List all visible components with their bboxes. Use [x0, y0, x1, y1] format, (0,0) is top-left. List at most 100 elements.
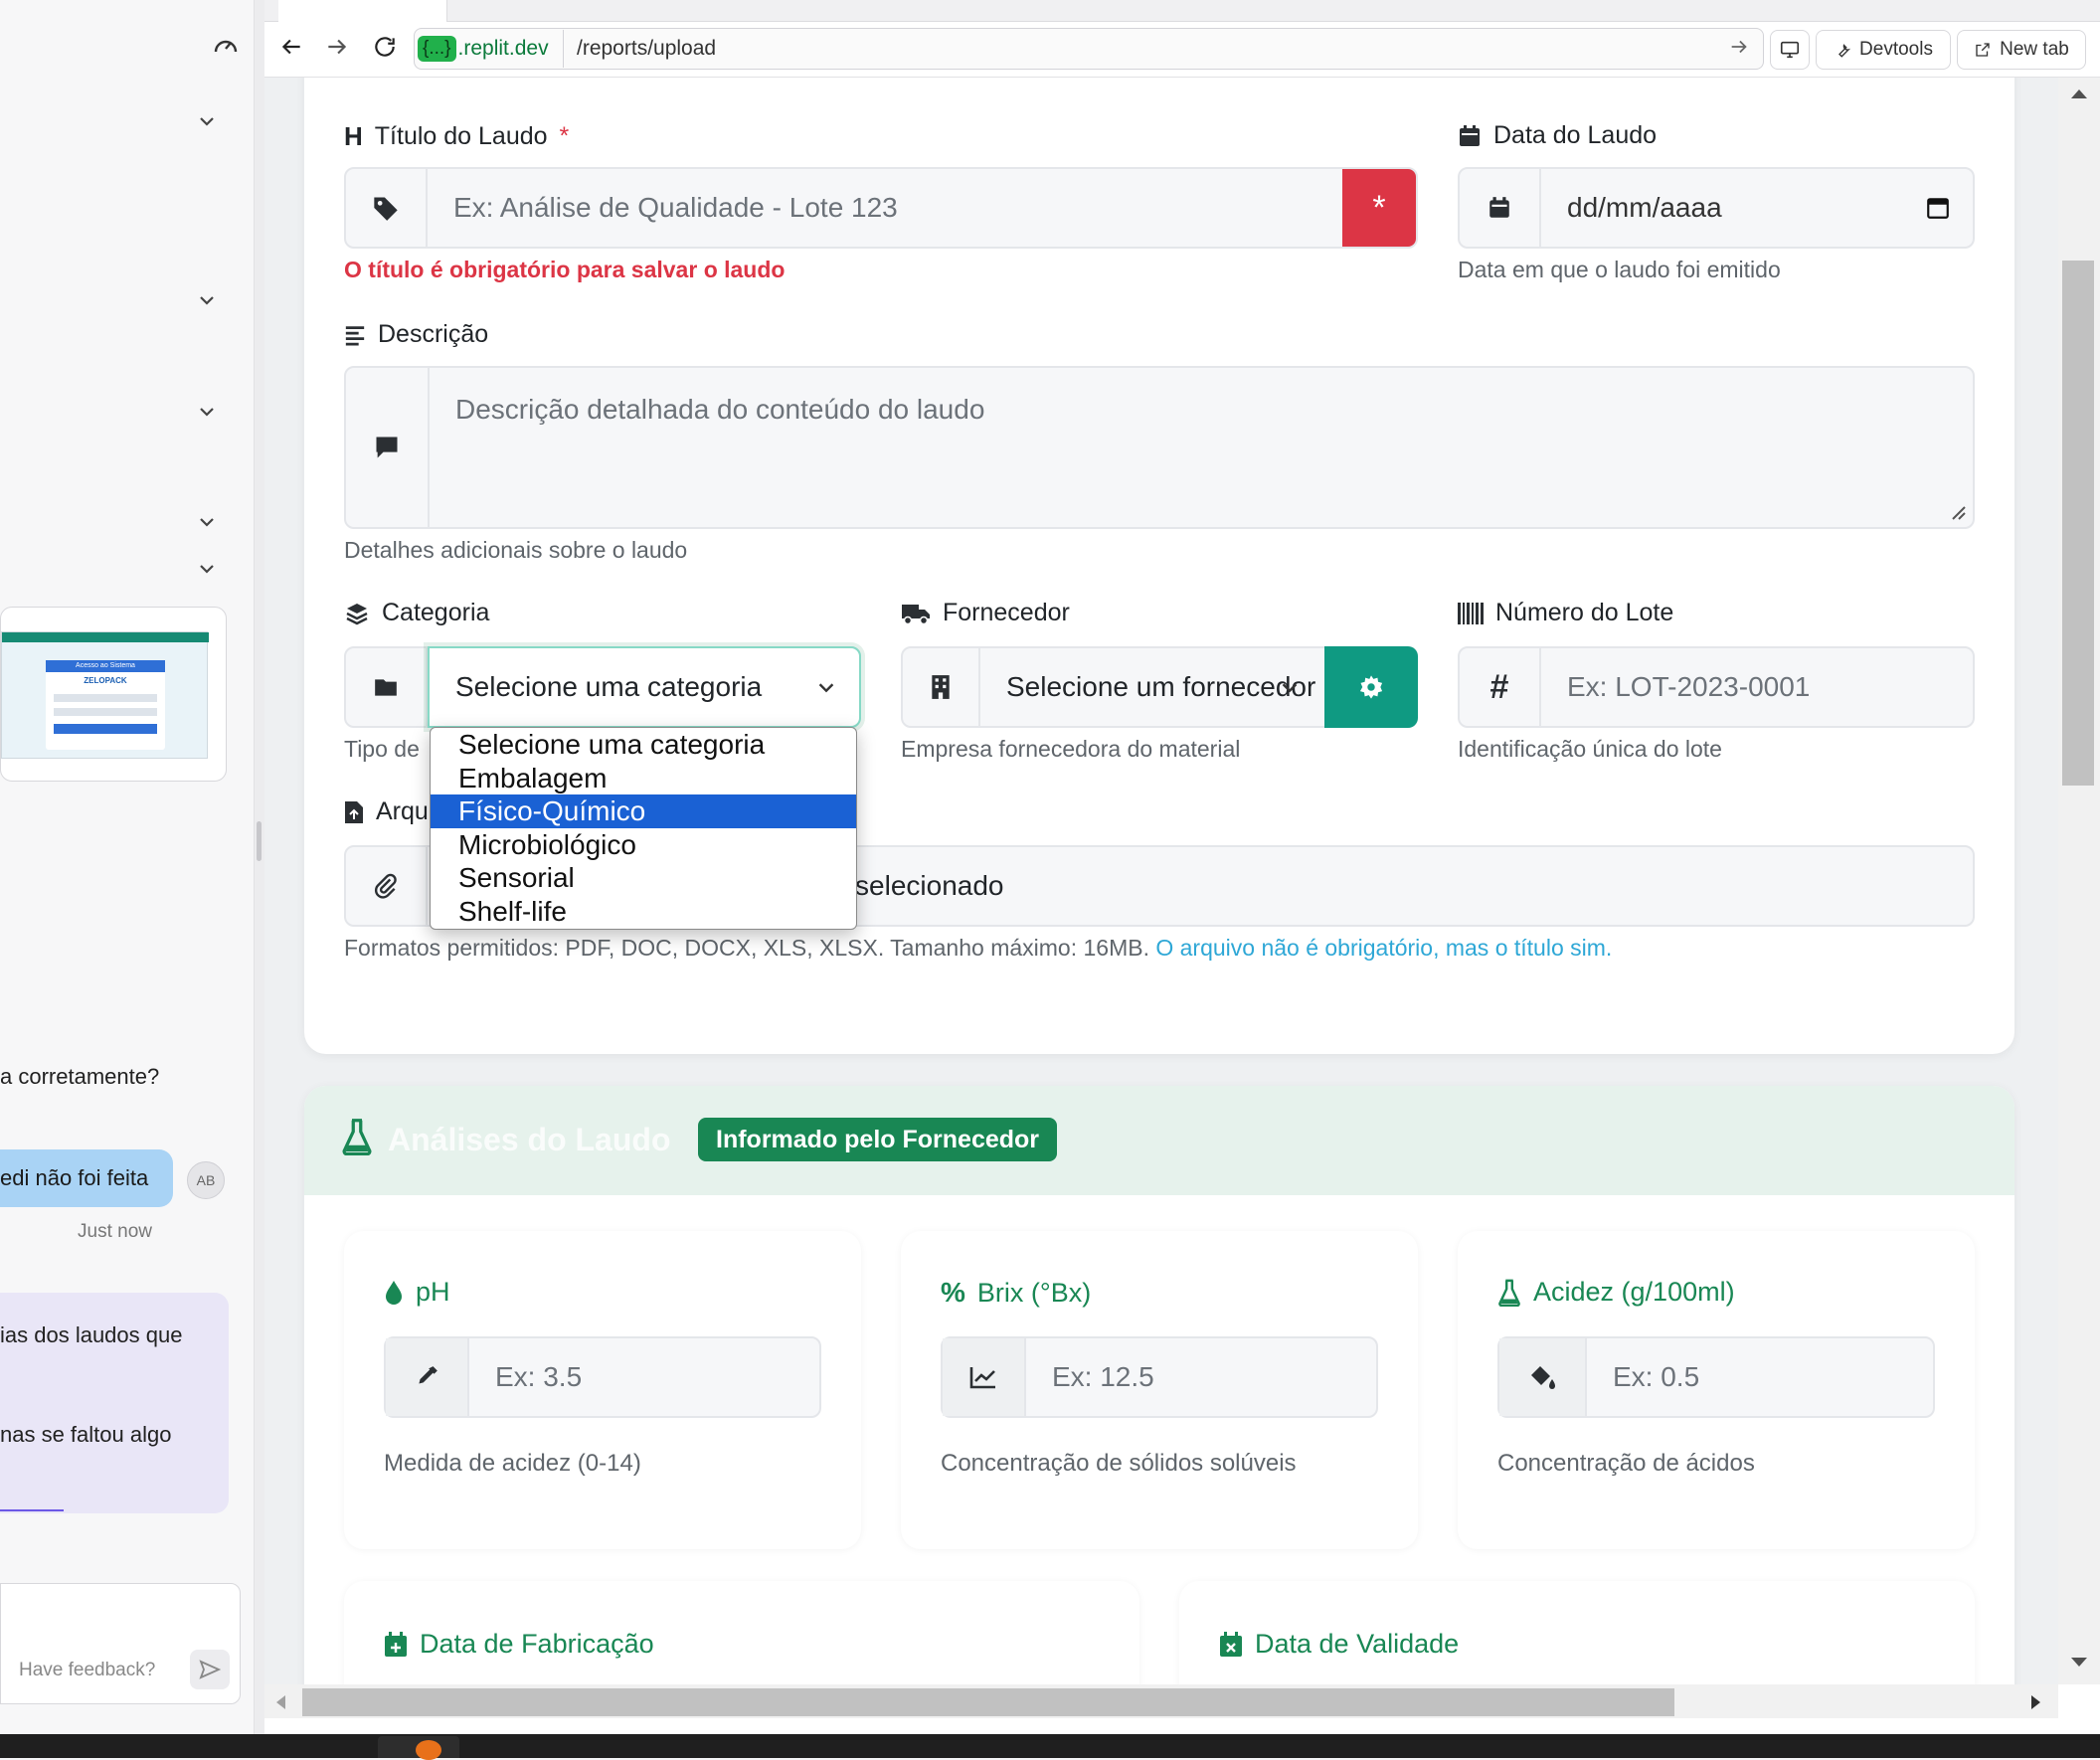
lot-label-text: Número do Lote	[1495, 599, 1674, 626]
forward-arrow-icon[interactable]	[324, 34, 350, 60]
scroll-left-icon[interactable]	[274, 1694, 286, 1710]
horizontal-scroll-thumb[interactable]	[302, 1688, 1674, 1716]
lot-input-group: # Ex: LOT-2023-0001	[1458, 646, 1975, 728]
supplier-help: Empresa fornecedora do material	[901, 736, 1241, 762]
chat-message: a corretamente?	[0, 1064, 160, 1089]
category-option[interactable]: Selecione uma categoria	[431, 728, 856, 762]
resize-handle-icon[interactable]	[1949, 503, 1967, 521]
title-input[interactable]: Ex: Análise de Qualidade - Lote 123	[428, 169, 1342, 247]
timestamp: Just now	[78, 1221, 152, 1242]
chevron-down-icon[interactable]	[195, 109, 219, 133]
app-icon[interactable]	[416, 1740, 441, 1760]
vertical-scroll-thumb[interactable]	[2062, 261, 2094, 786]
ph-label-text: pH	[416, 1277, 450, 1307]
file-help: Formatos permitidos: PDF, DOC, DOCX, XLS…	[344, 935, 1612, 962]
device-preview-icon[interactable]	[1770, 30, 1810, 70]
category-label-text: Categoria	[382, 599, 490, 626]
description-field-label: Descrição	[344, 320, 488, 349]
chevron-down-icon	[815, 676, 837, 698]
tab-preview[interactable]	[278, 0, 447, 22]
url-host: {...} .replit.dev	[418, 32, 549, 66]
date-label-text: Data do Laudo	[1493, 121, 1658, 149]
scroll-right-icon[interactable]	[2030, 1694, 2042, 1710]
agent-message-card: ias dos laudos que nas se faltou algo	[0, 1293, 229, 1513]
category-option[interactable]: Shelf-life	[431, 895, 856, 929]
barcode-icon	[1458, 602, 1484, 624]
date-input[interactable]: dd/mm/aaaa	[1541, 169, 1903, 247]
category-select-value: Selecione uma categoria	[455, 671, 763, 702]
go-arrow-icon[interactable]	[1728, 36, 1750, 58]
scroll-down-icon[interactable]	[2070, 1657, 2088, 1669]
feedback-box[interactable]: Have feedback?	[0, 1583, 241, 1704]
user-message-bubble: edi não foi feita	[0, 1149, 173, 1207]
brix-input[interactable]: Ex: 12.5	[1026, 1338, 1376, 1416]
description-textarea[interactable]: Descrição detalhada do conteúdo do laudo	[430, 368, 1973, 527]
supplier-field-label: Fornecedor	[901, 599, 1070, 627]
os-taskbar	[0, 1734, 2100, 1760]
flask-icon	[342, 1118, 372, 1155]
category-option[interactable]: Sensorial	[431, 861, 856, 895]
layers-icon	[344, 602, 370, 625]
screenshot-thumbnail[interactable]: Acesso ao Sistema ZELOPACK	[0, 607, 227, 782]
description-input-group: Descrição detalhada do conteúdo do laudo	[344, 366, 1975, 529]
user-message-text: edi não foi feita	[0, 1165, 149, 1190]
ph-input[interactable]: Ex: 3.5	[469, 1338, 819, 1416]
date-help: Data em que o laudo foi emitido	[1458, 257, 1781, 282]
required-mark: *	[559, 122, 570, 150]
supplier-settings-button[interactable]	[1324, 646, 1418, 728]
expiry-label-text: Data de Validade	[1255, 1629, 1460, 1659]
heading-icon: H	[344, 121, 363, 151]
date-field-label: Data do Laudo	[1458, 121, 1657, 150]
brix-input-group: Ex: 12.5	[941, 1336, 1378, 1418]
lot-help: Identificação única do lote	[1458, 736, 1722, 762]
lot-input[interactable]: Ex: LOT-2023-0001	[1541, 648, 1973, 726]
category-option[interactable]: Microbiológico	[431, 828, 856, 862]
eyedropper-icon	[386, 1338, 469, 1416]
url-path[interactable]: /reports/upload	[577, 32, 716, 66]
title-input-group: Ex: Análise de Qualidade - Lote 123 *	[344, 167, 1418, 249]
title-error: O título é obrigatório para salvar o lau…	[344, 257, 786, 282]
fill-drip-icon	[1499, 1338, 1587, 1416]
tab-console[interactable]	[453, 0, 603, 22]
category-select[interactable]: Selecione uma categoria	[428, 646, 861, 728]
acidity-input[interactable]: Ex: 0.5	[1587, 1338, 1933, 1416]
description-label-text: Descrição	[378, 320, 489, 348]
scroll-up-icon[interactable]	[2070, 88, 2088, 99]
chevron-down-icon[interactable]	[195, 510, 219, 534]
new-tab-button[interactable]: New tab	[1957, 30, 2086, 70]
category-dropdown-list[interactable]: Selecione uma categoria Embalagem Físico-Q…	[430, 727, 857, 930]
devtools-button[interactable]: Devtools	[1816, 30, 1951, 70]
splitter-handle[interactable]	[257, 821, 262, 861]
chevron-down-icon[interactable]	[195, 557, 219, 581]
file-formats-text: Formatos permitidos: PDF, DOC, DOCX, XLS…	[344, 935, 1149, 961]
category-option[interactable]: Físico-Químico	[431, 794, 856, 828]
acidity-help: Concentração de ácidos	[1497, 1450, 1755, 1477]
gear-icon	[1359, 675, 1383, 699]
building-icon	[903, 648, 980, 726]
folder-icon	[346, 648, 428, 726]
tag-icon	[346, 169, 428, 247]
category-field-label: Categoria	[344, 599, 489, 627]
reload-icon[interactable]	[372, 34, 398, 60]
file-upload-icon	[344, 800, 364, 824]
manufacture-label-text: Data de Fabricação	[420, 1629, 654, 1659]
chevron-down-icon[interactable]	[195, 400, 219, 424]
brix-label-text: Brix (°Bx)	[976, 1277, 1092, 1308]
new-tab-label: New tab	[2000, 39, 2069, 60]
back-arrow-icon[interactable]	[278, 34, 304, 60]
panel-splitter[interactable]	[255, 0, 264, 1734]
supplier-select[interactable]: Selecione um fornecedor	[980, 648, 1324, 726]
category-option[interactable]: Embalagem	[431, 762, 856, 795]
speed-gauge-icon[interactable]	[213, 34, 239, 56]
required-indicator: *	[1342, 169, 1416, 247]
send-icon[interactable]	[190, 1650, 230, 1689]
date-picker-icon[interactable]	[1903, 169, 1973, 247]
chevron-down-icon[interactable]	[195, 288, 219, 312]
percent-icon: %	[941, 1277, 965, 1308]
file-field-label: Arqu	[344, 797, 429, 826]
acidity-input-group: Ex: 0.5	[1497, 1336, 1935, 1418]
category-input-group: Selecione uma categoria	[344, 646, 861, 728]
external-link-icon	[1976, 43, 1990, 57]
ph-input-group: Ex: 3.5	[384, 1336, 821, 1418]
feedback-input[interactable]: Have feedback?	[19, 1660, 155, 1681]
